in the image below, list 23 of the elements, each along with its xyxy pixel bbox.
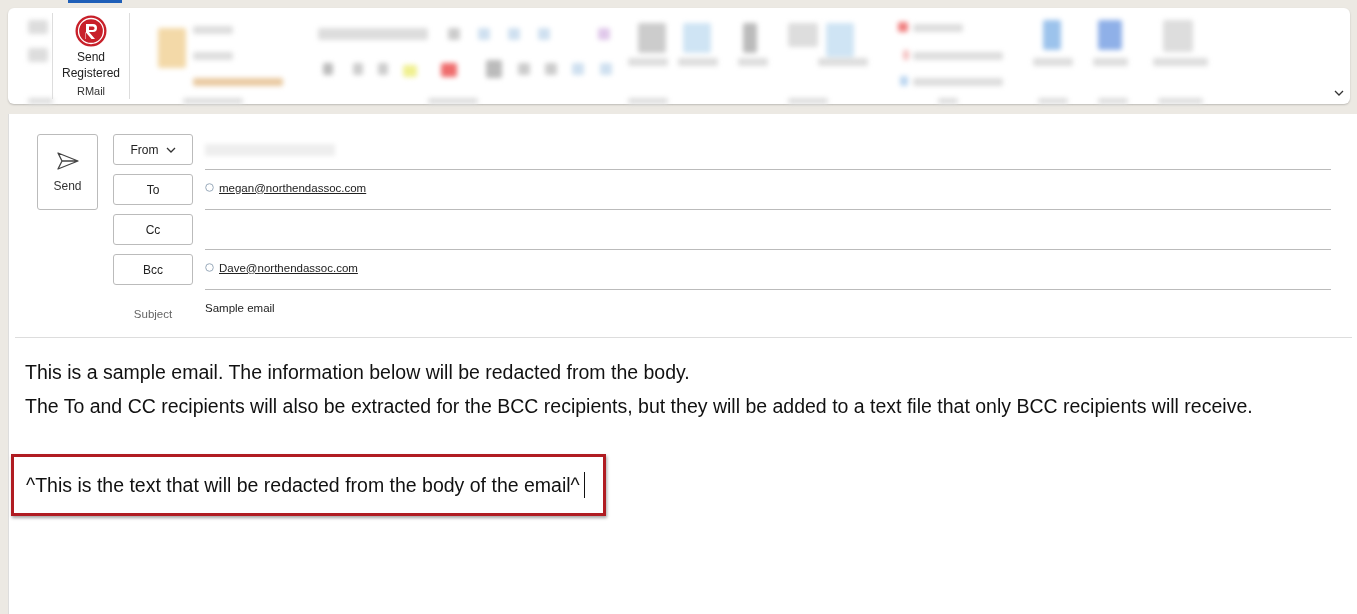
r-logo-icon <box>75 15 107 47</box>
status-circle-icon <box>205 183 214 192</box>
chevron-down-icon <box>165 146 176 153</box>
subject-label: Subject <box>132 307 174 320</box>
expand-ribbon-icon[interactable] <box>1334 90 1344 96</box>
subject-field[interactable]: Sample email <box>205 289 1331 325</box>
redacted-text: ^This is the text that will be redacted from the body of the email^ <box>26 473 580 497</box>
address-button[interactable]: Bcc <box>113 254 193 285</box>
send-button[interactable]: Send <box>37 134 98 210</box>
text-cursor <box>583 472 585 498</box>
recipient-link[interactable]: Dave@northendassoc.com <box>219 261 358 274</box>
address-button[interactable]: Cc <box>113 214 193 245</box>
group-label: RMail <box>76 85 106 97</box>
body-paragraph: The To and CC recipients will also be extracted for the BCC recipients, but they will be added to a text file that only BCC recipients will receive. <box>25 394 1254 419</box>
send-icon <box>55 151 80 171</box>
recipient-link[interactable]: megan@northendassoc.com <box>219 181 367 194</box>
body-paragraph: This is a sample email. The information below will be redacted from the body. <box>25 360 691 385</box>
recipient-field[interactable]: Dave@northendassoc.com <box>205 249 1331 285</box>
status-circle-icon <box>205 263 214 272</box>
address-button[interactable]: To <box>113 174 193 205</box>
send-registered-button[interactable]: Send Registered <box>62 13 120 81</box>
recipient-field[interactable]: megan@northendassoc.com <box>205 169 1331 205</box>
from-dropdown[interactable]: From <box>113 134 193 165</box>
